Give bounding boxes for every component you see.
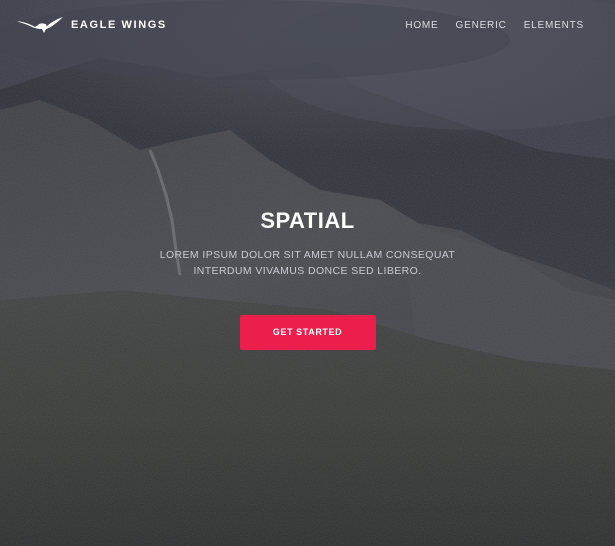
hero-section: SPATIAL LOREM IPSUM DOLOR SIT AMET NULLA… — [0, 208, 615, 350]
nav-item-home[interactable]: HOME — [405, 20, 438, 31]
brand-name: EAGLE WINGS — [71, 19, 167, 31]
hero-subtitle: LOREM IPSUM DOLOR SIT AMET NULLAM CONSEQ… — [159, 249, 456, 277]
brand-link[interactable]: EAGLE WINGS — [16, 16, 167, 34]
nav-item-generic[interactable]: GENERIC — [456, 20, 507, 31]
nav-item-elements[interactable]: ELEMENTS — [524, 20, 584, 31]
eagle-icon — [17, 17, 63, 33]
hero-title: SPATIAL — [260, 208, 355, 233]
page: EAGLE WINGS HOME GENERIC ELEMENTS SPATIA… — [0, 0, 615, 546]
get-started-button[interactable]: GET STARTED — [239, 315, 376, 350]
site-header: EAGLE WINGS HOME GENERIC ELEMENTS — [0, 0, 615, 50]
main-nav: HOME GENERIC ELEMENTS — [405, 20, 584, 31]
